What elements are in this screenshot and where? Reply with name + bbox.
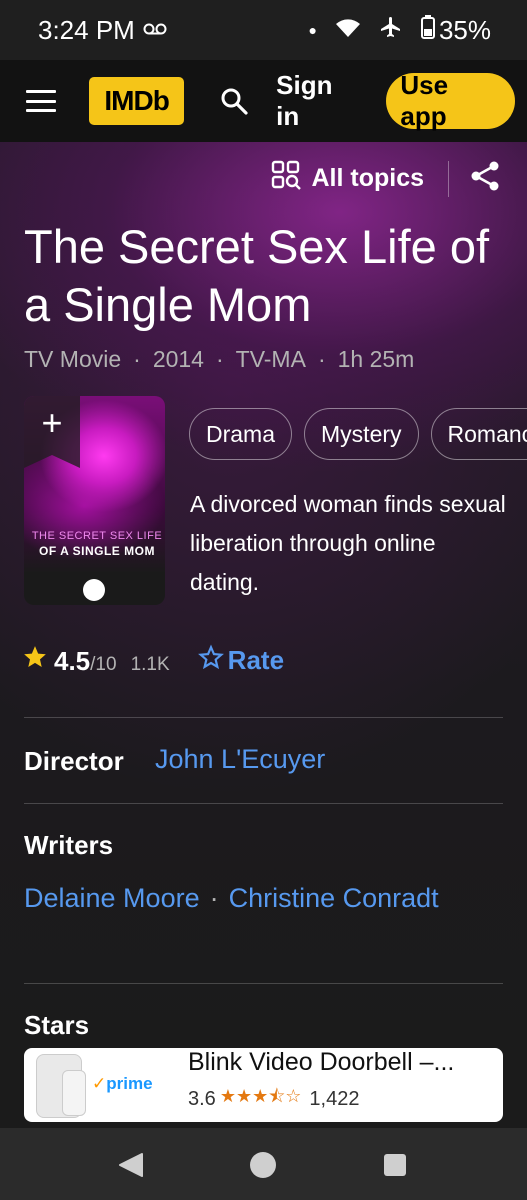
divider [24,983,503,984]
writer-link[interactable]: Delaine Moore [24,883,200,913]
status-time: 3:24 PM [38,14,135,45]
topics-divider [448,160,449,197]
home-icon[interactable] [250,1152,276,1178]
airplane-icon [379,15,403,46]
rate-label: Rate [227,645,285,675]
genre-chip-mystery[interactable]: Mystery [304,408,419,460]
star-icon [22,644,48,675]
menu-icon[interactable] [26,90,56,112]
wifi-icon [335,15,361,46]
use-app-button[interactable]: Use app [386,70,516,131]
status-bar: 3:24 PM ● 35% [0,0,527,60]
recent-apps-icon[interactable] [384,1154,406,1176]
add-to-watchlist-ribbon[interactable]: + [24,396,80,468]
poster-title-line2: OF A SINGLE MOM [39,544,155,558]
genre-chips: Drama Mystery Romance [189,408,527,462]
ad-rating-value: 3.6 [188,1087,216,1110]
grid-search-icon [271,160,302,197]
battery-icon [420,14,435,46]
plot-summary[interactable]: A divorced woman finds sexual liberation… [190,485,510,602]
director-link[interactable]: John L'Ecuyer [155,744,325,775]
writers-list: Delaine Moore · Christine Conradt [24,874,444,927]
meta-certificate[interactable]: TV-MA [236,346,306,373]
system-nav-bar [0,1128,527,1200]
divider [24,717,503,718]
ad-review-count: 1,422 [309,1087,360,1110]
imdb-logo[interactable]: IMDb [88,77,185,125]
meta-runtime: 1h 25m [337,346,415,372]
all-topics-button[interactable]: All topics [271,160,424,197]
rating-value[interactable]: 4.5 [54,646,90,677]
stars-label[interactable]: Stars [24,1010,89,1041]
share-icon[interactable] [469,160,501,197]
all-topics-label: All topics [311,164,424,192]
prime-badge: ✓prime [92,1074,153,1093]
ad-stars-icon: ★★★⯪☆ [219,1086,302,1106]
notification-dot-icon: ● [308,22,317,38]
ad-title: Blink Video Doorbell –... [188,1048,455,1076]
app-header: IMDb Sign in Use app [0,60,527,142]
writer-link[interactable]: Christine Conradt [229,883,439,913]
ad-rating: 3.6 ★★★⯪☆ 1,422 [188,1084,359,1114]
title-metadata: TV Movie · 2014 · TV-MA · 1h 25m [24,346,415,373]
writers-label[interactable]: Writers [24,830,113,861]
sign-in-link[interactable]: Sign in [276,70,362,132]
genre-chip-drama[interactable]: Drama [189,408,293,460]
topics-row: All topics [271,160,501,197]
separator-dot: · [209,883,219,913]
rating-max: /10 [90,654,117,675]
network-logo-icon [83,579,105,601]
voicemail-icon [143,19,167,42]
back-icon[interactable] [118,1152,144,1183]
director-label: Director [24,746,124,776]
title-hero: All topics The Secret Sex Life of a Sing… [0,142,527,1048]
ad-banner[interactable]: ✓prime Blink Video Doorbell –... 3.6 ★★★… [24,1048,503,1122]
battery-percent: 35% [438,14,491,45]
genre-chip-romance[interactable]: Romance [430,408,527,460]
star-outline-icon [197,644,224,677]
rating-count: 1.1K [130,654,170,675]
meta-type: TV Movie [24,346,122,372]
meta-year[interactable]: 2014 [153,346,204,373]
rating-row: 4.5 /10 1.1K Rate [22,644,284,677]
page-title: The Secret Sex Life of a Single Mom [24,220,490,331]
rate-button[interactable]: Rate [197,644,285,677]
plus-icon: + [41,402,63,443]
divider [24,803,503,804]
ad-product-image-secondary [62,1070,86,1116]
search-icon[interactable] [218,85,250,117]
poster-image[interactable]: + THE SECRET SEX LIFE OF A SINGLE MOM [24,396,165,605]
poster-title-line1: THE SECRET SEX LIFE [31,530,163,542]
